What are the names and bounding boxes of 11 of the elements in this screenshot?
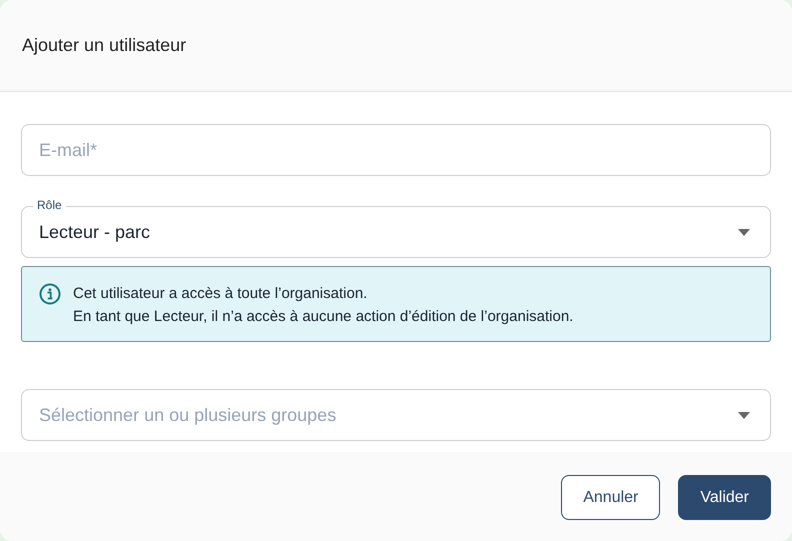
role-value: Lecteur - parc — [39, 220, 150, 244]
dialog-title: Ajouter un utilisateur — [22, 34, 186, 57]
email-field[interactable]: E-mail* — [21, 124, 771, 176]
validate-button[interactable]: Valider — [678, 475, 771, 520]
info-text: En tant que Lecteur, il n’a accès à aucune action d’édition de l’organisation. — [73, 307, 574, 327]
info-text: Cet utilisateur a accès à toute l’organisation. — [73, 284, 368, 304]
groups-placeholder: Sélectionner un ou plusieurs groupes — [39, 404, 336, 427]
info-icon — [39, 283, 61, 305]
cancel-button[interactable]: Annuler — [561, 475, 660, 520]
dropdown-caret-icon — [738, 412, 750, 418]
dropdown-caret-icon — [738, 228, 750, 236]
